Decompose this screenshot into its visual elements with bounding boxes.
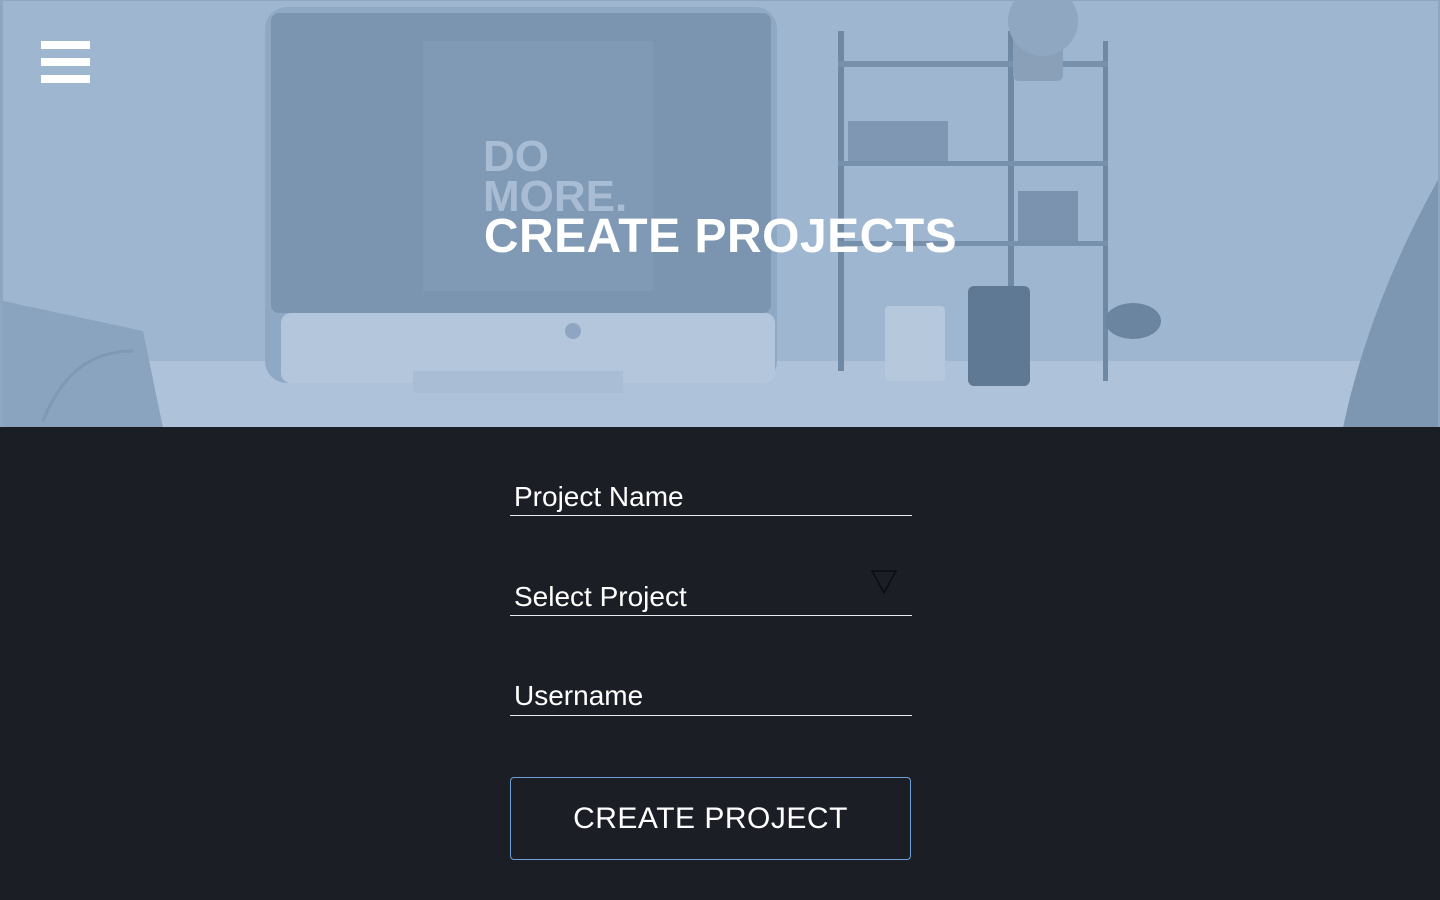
select-project-label: Select Project [514,581,687,612]
hamburger-menu-icon[interactable] [41,41,91,85]
triangle-down-icon[interactable] [870,569,898,595]
create-project-button[interactable]: CREATE PROJECT [510,777,911,860]
select-project-dropdown[interactable]: Select Project [510,570,912,616]
menu-bar-bottom [41,75,90,83]
menu-bar-middle [41,58,90,66]
apple-logo-icon [565,323,581,339]
username-input[interactable] [510,676,912,716]
page-title: CREATE PROJECTS [483,210,958,263]
project-name-field [510,479,912,516]
username-field [510,676,912,716]
hero-banner: DO MORE. CREATE PROJECTS [0,0,1440,427]
menu-bar-top [41,41,90,49]
project-name-input[interactable] [510,479,912,515]
